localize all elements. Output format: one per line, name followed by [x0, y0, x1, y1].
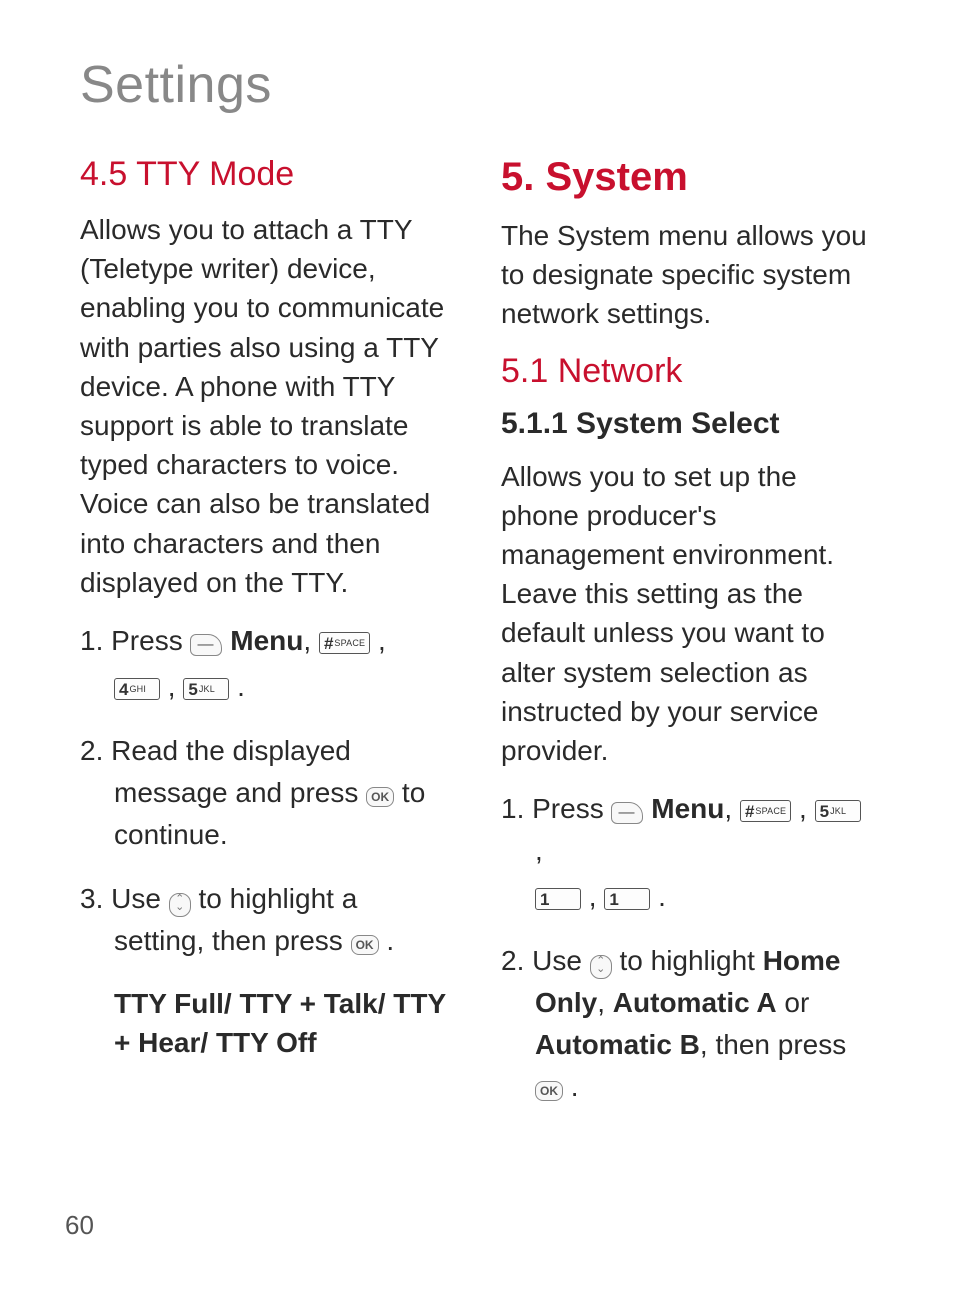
- sep: ,: [724, 793, 740, 824]
- hash-key-icon: #SPACE: [740, 800, 791, 822]
- nav-key-icon: [169, 893, 191, 917]
- key-5-icon: 5JKL: [815, 800, 861, 822]
- option-auto-a: Automatic A: [613, 987, 777, 1018]
- sep: ,: [597, 987, 613, 1018]
- tty-step-1: 1. Press — Menu, #SPACE , 4GHI , 5JKL .: [80, 620, 453, 708]
- page-title: Settings: [80, 55, 874, 115]
- step-text: 1. Press: [80, 625, 190, 656]
- sep: ,: [535, 835, 543, 866]
- step-text: to highlight: [619, 945, 762, 976]
- ok-key-icon: OK: [535, 1081, 563, 1101]
- step-text: .: [563, 1071, 579, 1102]
- step-text: .: [386, 925, 394, 956]
- menu-label: Menu: [651, 793, 724, 824]
- sep: ,: [160, 671, 183, 702]
- sep: .: [229, 671, 245, 702]
- ok-key-icon: OK: [366, 787, 394, 807]
- option-auto-b: Automatic B: [535, 1029, 700, 1060]
- system-step-2: 2. Use to highlight Home Only, Automatic…: [501, 940, 874, 1108]
- key-4-icon: 4GHI: [114, 678, 160, 700]
- step-text: 2. Use: [501, 945, 590, 976]
- sep: ,: [581, 881, 604, 912]
- hash-key-icon: #SPACE: [319, 632, 370, 654]
- heading-system-select: 5.1.1 System Select: [501, 407, 874, 441]
- system-step-1: 1. Press — Menu, #SPACE , 5JKL , 1 , 1 .: [501, 788, 874, 918]
- heading-system: 5. System: [501, 155, 874, 200]
- page-number: 60: [65, 1210, 94, 1241]
- key-5-icon: 5JKL: [183, 678, 229, 700]
- left-column: 4.5 TTY Mode Allows you to attach a TTY …: [80, 155, 453, 1130]
- step-text: 3. Use: [80, 883, 169, 914]
- tty-step-3: 3. Use to highlight a setting, then pres…: [80, 878, 453, 962]
- tty-step-2: 2. Read the displayed message and press …: [80, 730, 453, 856]
- tty-intro: Allows you to attach a TTY (Teletype wri…: [80, 210, 453, 602]
- system-intro: The System menu allows you to designate …: [501, 216, 874, 334]
- right-column: 5. System The System menu allows you to …: [501, 155, 874, 1130]
- sep: .: [650, 881, 666, 912]
- nav-key-icon: [590, 955, 612, 979]
- left-softkey-icon: —: [611, 802, 643, 824]
- menu-label: Menu: [230, 625, 303, 656]
- key-1-icon: 1: [535, 888, 581, 910]
- step-text: , then press: [700, 1029, 846, 1060]
- sep: ,: [370, 625, 386, 656]
- system-select-body: Allows you to set up the phone producer'…: [501, 457, 874, 771]
- heading-tty-mode: 4.5 TTY Mode: [80, 155, 453, 194]
- content-columns: 4.5 TTY Mode Allows you to attach a TTY …: [80, 155, 874, 1130]
- tty-options: TTY Full/ TTY + Talk/ TTY + Hear/ TTY Of…: [114, 984, 453, 1062]
- step-text: 2. Read the displayed message and press: [80, 735, 366, 808]
- left-softkey-icon: —: [190, 634, 222, 656]
- key-1-icon: 1: [604, 888, 650, 910]
- heading-network: 5.1 Network: [501, 352, 874, 391]
- sep: ,: [791, 793, 814, 824]
- ok-key-icon: OK: [351, 935, 379, 955]
- step-text: 1. Press: [501, 793, 611, 824]
- sep: or: [777, 987, 810, 1018]
- sep: ,: [303, 625, 319, 656]
